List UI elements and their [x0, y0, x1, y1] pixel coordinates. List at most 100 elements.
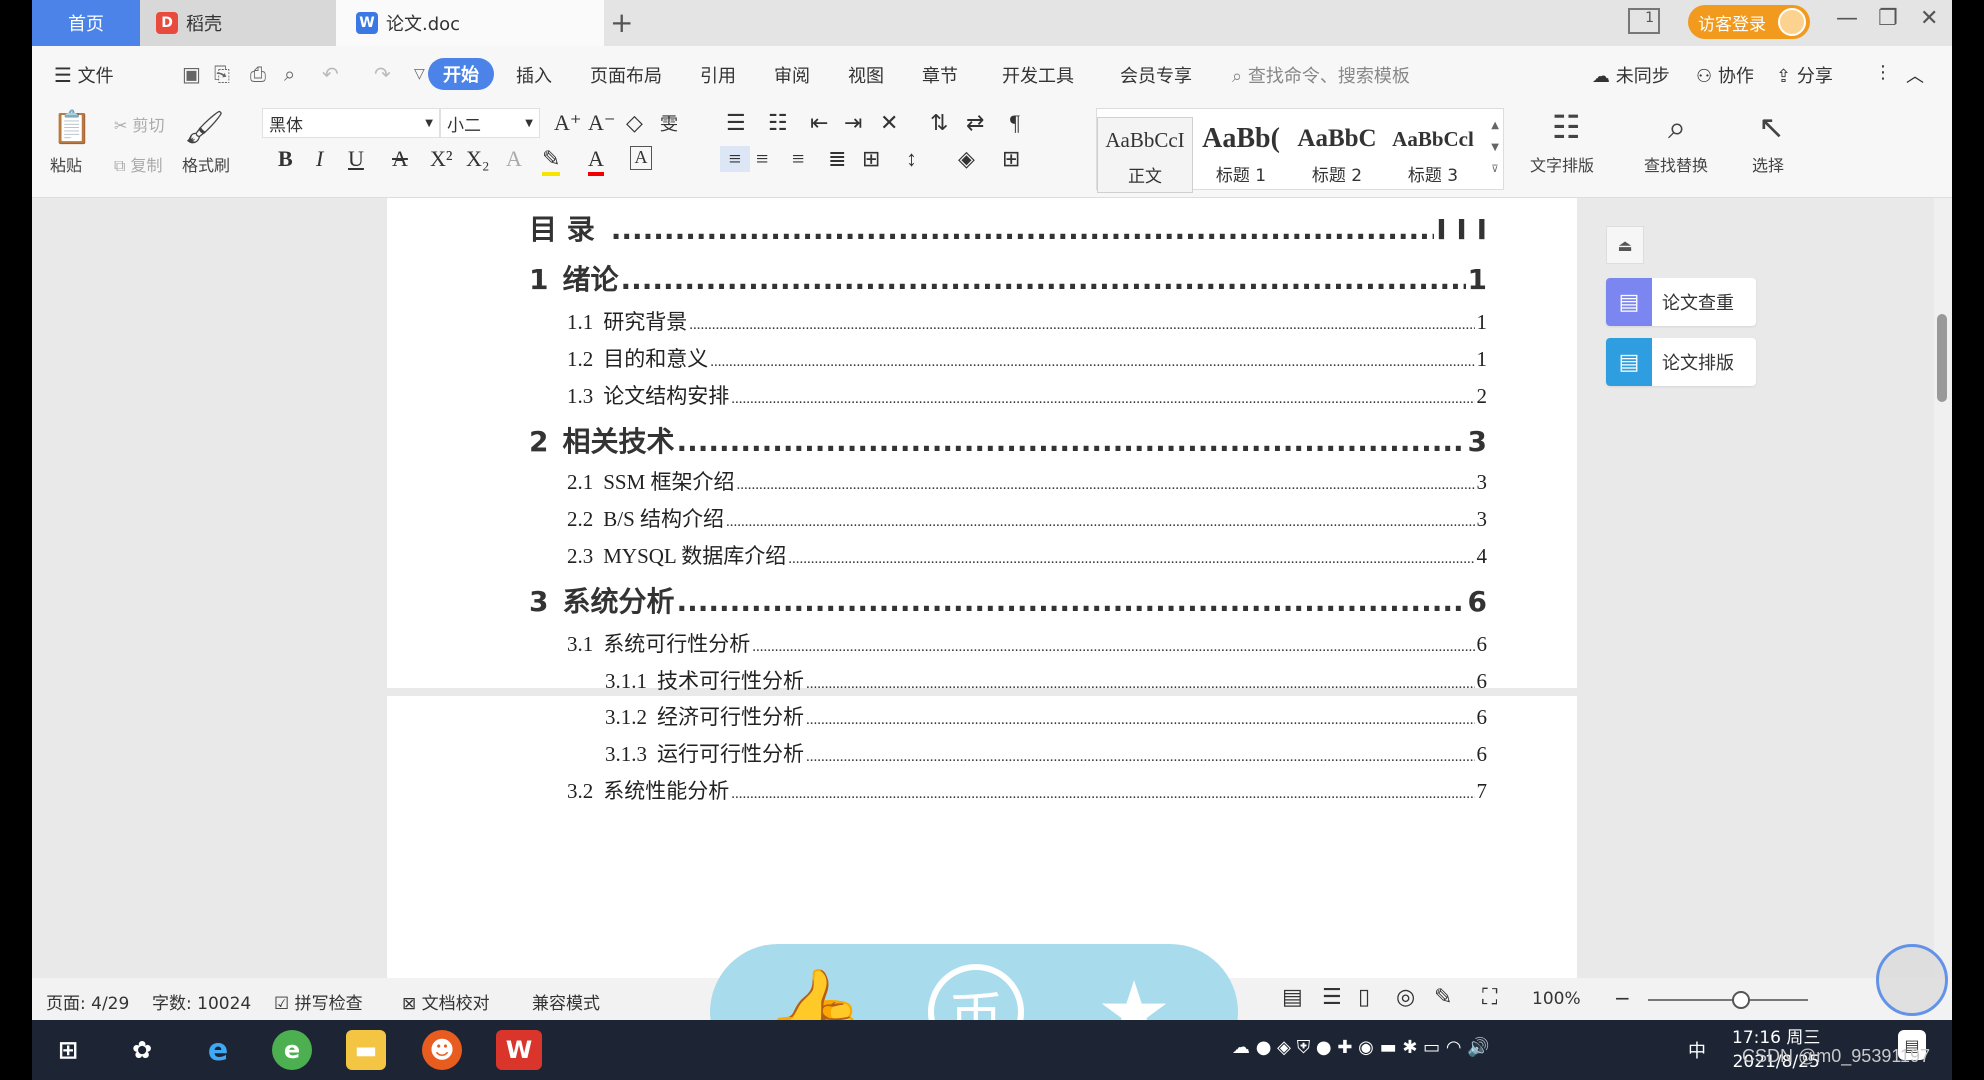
phonetic-icon[interactable]: 雯: [660, 110, 678, 136]
increase-indent-icon[interactable]: ⇥: [844, 110, 862, 136]
justify-icon[interactable]: ≣: [828, 146, 846, 172]
tab-home[interactable]: 首页: [32, 0, 140, 46]
paste-icon[interactable]: 📋: [52, 108, 92, 146]
find-replace-button[interactable]: 查找替换: [1644, 152, 1708, 176]
line-spacing-icon[interactable]: ↕: [906, 146, 917, 172]
style-heading-3[interactable]: AaBbCcl 标题 3: [1385, 117, 1481, 193]
floating-assistant-ball[interactable]: [1876, 944, 1948, 1016]
page-indicator[interactable]: 页面: 4/29: [46, 989, 129, 1014]
menu-view[interactable]: 视图: [848, 62, 884, 88]
page-view-icon[interactable]: ▤: [1282, 985, 1303, 1010]
toc-entry[interactable]: 1.1 研究背景 1: [567, 306, 1487, 336]
collapse-ribbon-icon[interactable]: ︿: [1906, 62, 1924, 88]
toc-entry[interactable]: 2.1 SSM 框架介绍 3: [567, 466, 1487, 496]
menu-review[interactable]: 审阅: [774, 62, 810, 88]
toc-entry[interactable]: 3.1 系统可行性分析 6: [567, 628, 1487, 658]
bold-icon[interactable]: B: [278, 146, 293, 172]
text-effect-icon[interactable]: A: [506, 146, 522, 172]
align-center-icon[interactable]: ≡: [756, 146, 768, 172]
font-family-select[interactable]: 黑体 ▼: [262, 108, 440, 138]
superscript-icon[interactable]: X²: [430, 146, 452, 172]
menu-chapter[interactable]: 章节: [922, 62, 958, 88]
underline-icon[interactable]: U: [348, 146, 364, 172]
paper-check-button[interactable]: ▤ 论文查重: [1606, 278, 1756, 326]
pinwheel-icon[interactable]: ✿: [122, 1030, 162, 1070]
distribute-icon[interactable]: ⊞: [862, 146, 880, 172]
fit-page-icon[interactable]: ⛶: [1482, 985, 1497, 1010]
text-layout-icon[interactable]: ☷: [1552, 108, 1581, 146]
toc-entry[interactable]: 3 系统分析 6: [529, 580, 1487, 620]
text-layout-button[interactable]: 文字排版: [1530, 152, 1594, 176]
font-color-icon[interactable]: A: [588, 146, 604, 176]
minimize-button[interactable]: —: [1836, 6, 1858, 31]
decrease-font-icon[interactable]: A⁻: [588, 110, 616, 136]
toc-entry[interactable]: 1.2 目的和意义 1: [567, 343, 1487, 373]
copy-button[interactable]: ⧉ 复制: [114, 152, 163, 176]
pen-icon[interactable]: ✎: [1434, 985, 1452, 1010]
format-painter-icon[interactable]: 🖌: [184, 108, 225, 146]
collaborate-button[interactable]: ⚇ 协作: [1696, 62, 1754, 88]
cursor-icon[interactable]: ↖: [1758, 108, 1785, 146]
menu-developer[interactable]: 开发工具: [1002, 62, 1074, 88]
align-left-icon[interactable]: ≡: [720, 146, 750, 172]
web-view-icon[interactable]: ◎: [1396, 985, 1415, 1010]
command-search[interactable]: ⌕ 查找命令、搜索模板: [1232, 62, 1410, 88]
zoom-level[interactable]: 100%: [1532, 989, 1581, 1009]
outline-view-icon[interactable]: ☰: [1322, 985, 1342, 1010]
export-icon[interactable]: ⎘: [214, 62, 230, 86]
folder-icon[interactable]: ▬: [346, 1030, 386, 1070]
menu-member[interactable]: 会员专享: [1120, 62, 1192, 88]
chinese-layout-icon[interactable]: ✕: [880, 110, 898, 136]
text-direction-icon[interactable]: ⇄: [966, 110, 984, 136]
char-border-icon[interactable]: A: [630, 146, 652, 170]
border-icon[interactable]: ⊞: [1002, 146, 1020, 172]
toc-entry[interactable]: 目 录I I I: [529, 208, 1487, 248]
strikethrough-icon[interactable]: A: [392, 146, 408, 172]
tab-docer[interactable]: D 稻壳: [140, 0, 368, 46]
select-button[interactable]: 选择: [1752, 152, 1784, 176]
panel-collapse-icon[interactable]: ⏏: [1606, 226, 1644, 264]
format-painter-button[interactable]: 格式刷: [182, 152, 230, 176]
close-button[interactable]: ✕: [1920, 6, 1938, 31]
increase-font-icon[interactable]: A⁺: [554, 110, 582, 136]
toc-entry[interactable]: 1 绪论 1: [529, 258, 1487, 298]
file-menu[interactable]: ☰ 文件: [54, 62, 114, 88]
toc-entry[interactable]: 2.2 B/S 结构介绍 3: [567, 503, 1487, 533]
ie-icon[interactable]: e: [198, 1030, 238, 1070]
spell-check-button[interactable]: ☑ 拼写检查: [274, 989, 363, 1014]
menu-reference[interactable]: 引用: [700, 62, 736, 88]
ime-indicator[interactable]: 中: [1688, 1037, 1706, 1063]
sort-icon[interactable]: ⇅: [930, 110, 948, 136]
share-button[interactable]: ⇪ 分享: [1776, 62, 1833, 88]
style-heading-1[interactable]: AaBb( 标题 1: [1193, 117, 1289, 193]
game-icon[interactable]: ☻: [422, 1030, 462, 1070]
wps-icon[interactable]: W: [496, 1030, 542, 1070]
vertical-scrollbar[interactable]: [1934, 198, 1952, 978]
paper-layout-button[interactable]: ▤ 论文排版: [1606, 338, 1756, 386]
font-size-select[interactable]: 小二 ▼: [440, 108, 540, 138]
numbered-list-icon[interactable]: ☷: [768, 110, 788, 136]
browser-icon[interactable]: e: [272, 1030, 312, 1070]
highlight-icon[interactable]: ✎: [542, 146, 561, 176]
zoom-slider-handle[interactable]: [1732, 991, 1750, 1009]
undo-icon[interactable]: ↶: [322, 62, 339, 86]
style-heading-2[interactable]: AaBbC 标题 2: [1289, 117, 1385, 193]
scrollbar-thumb[interactable]: [1937, 314, 1947, 402]
tab-document[interactable]: W 论文.doc: [336, 0, 604, 46]
toc-entry[interactable]: 3.2 系统性能分析 7: [567, 775, 1487, 805]
toc-entry[interactable]: 3.1.1 技术可行性分析 6: [605, 665, 1487, 695]
quick-access-dropdown-icon[interactable]: ▽: [414, 66, 425, 82]
paste-button[interactable]: 粘贴: [50, 152, 82, 176]
italic-icon[interactable]: I: [316, 146, 323, 172]
document-page[interactable]: 3 系统分析 6 3.1 系统可行性分析 6 3.1.1 技术可行性分析 6 3.1.2 经济可行性…: [387, 585, 1577, 978]
redo-icon[interactable]: ↷: [374, 62, 391, 86]
layout-switch-icon[interactable]: 1: [1628, 8, 1660, 34]
align-right-icon[interactable]: ≡: [792, 146, 804, 172]
windows-start-icon[interactable]: ⊞: [48, 1030, 88, 1070]
more-options-icon[interactable]: ⋮: [1874, 62, 1892, 83]
toc-entry[interactable]: 2.3 MYSQL 数据库介绍 4: [567, 540, 1487, 570]
decrease-indent-icon[interactable]: ⇤: [810, 110, 828, 136]
read-view-icon[interactable]: ▯: [1358, 985, 1370, 1010]
find-icon[interactable]: ⌕: [1668, 108, 1686, 147]
menu-insert[interactable]: 插入: [516, 62, 552, 88]
